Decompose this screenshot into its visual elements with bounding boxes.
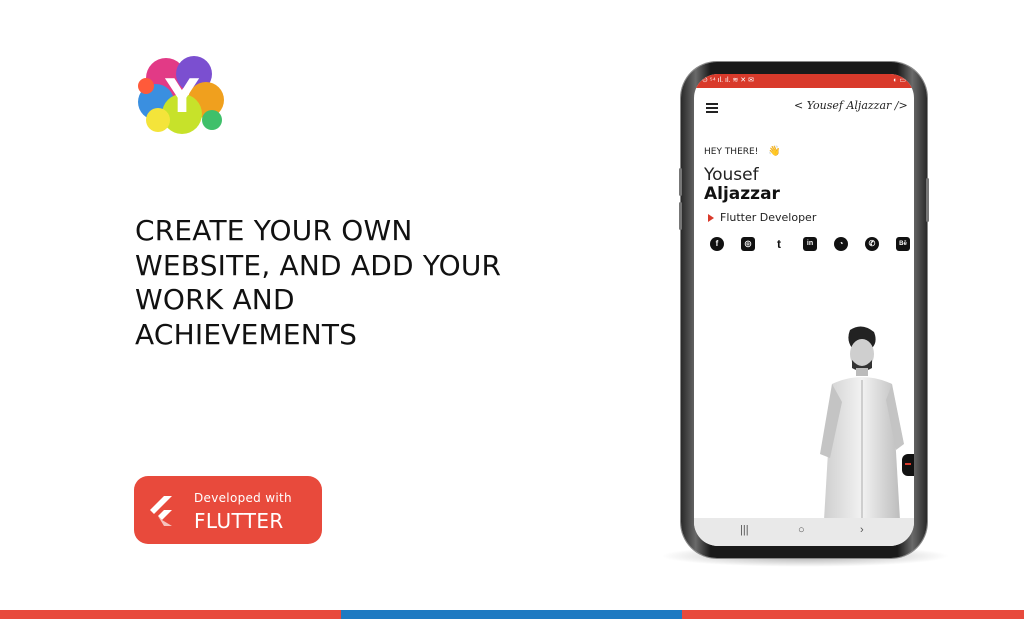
recent-apps-button[interactable]: |||	[740, 524, 749, 536]
badge-big-text: FLUTTER	[194, 509, 284, 533]
logo-letter: Y	[164, 69, 199, 123]
floating-side-button[interactable]	[902, 454, 914, 476]
phone-screen: ⊙ ⁵⁴ ıl. ıl. ≋ ✕ ✉ ◐ ▭ < Yousef Aljazzar…	[694, 74, 914, 546]
greeting-text: HEY THERE!	[704, 147, 759, 157]
first-name: Yousef	[704, 165, 759, 185]
bottom-stripe-red	[682, 610, 1024, 619]
play-arrow-icon	[708, 214, 714, 222]
linkedin-icon[interactable]: in	[803, 237, 817, 251]
social-links: f ◎ t in ◔ ✆ Bē	[710, 237, 910, 253]
home-button[interactable]: ○	[798, 524, 805, 536]
github-icon[interactable]: ◔	[834, 237, 848, 251]
phone-volume-button	[679, 168, 682, 196]
bottom-stripe-blue	[341, 610, 682, 619]
signature-logo: < Yousef Aljazzar />	[794, 99, 908, 112]
hamburger-menu-icon[interactable]	[706, 103, 718, 113]
status-icons-left: ⊙ ⁵⁴ ıl. ıl. ≋ ✕ ✉	[702, 77, 754, 84]
facebook-icon[interactable]: f	[710, 237, 724, 251]
instagram-icon[interactable]: ◎	[741, 237, 755, 251]
android-nav-bar: ||| ○ ›	[694, 518, 914, 546]
twitter-icon[interactable]: t	[772, 237, 786, 251]
phone-side-button	[926, 178, 929, 222]
headline-line: WEBSITE, AND ADD YOUR	[135, 248, 502, 282]
wave-hand-icon: 👋	[768, 146, 781, 157]
brand-logo: Y	[136, 56, 228, 136]
developer-photo	[820, 326, 904, 520]
headline: CREATE YOUR OWN WEBSITE, AND ADD YOUR WO…	[135, 214, 535, 352]
last-name: Aljazzar	[704, 184, 780, 204]
behance-icon[interactable]: Bē	[896, 237, 910, 251]
headline-line: WORK AND	[135, 283, 295, 316]
headline-line: CREATE YOUR OWN	[135, 214, 413, 247]
back-button[interactable]: ›	[860, 524, 864, 536]
status-bar: ⊙ ⁵⁴ ıl. ıl. ≋ ✕ ✉ ◐ ▭	[694, 74, 914, 88]
app-bar: < Yousef Aljazzar />	[694, 88, 914, 122]
role-text: Flutter Developer	[720, 211, 817, 224]
badge-small-text: Developed with	[194, 491, 292, 505]
status-icons-right: ◐ ▭	[893, 77, 906, 84]
phone-volume-button	[679, 202, 682, 230]
headline-line: ACHIEVEMENTS	[135, 317, 358, 351]
developed-with-flutter-badge[interactable]: Developed with FLUTTER	[134, 476, 322, 544]
flutter-logo-icon	[150, 496, 172, 526]
bottom-stripe-red	[0, 610, 341, 619]
whatsapp-icon[interactable]: ✆	[865, 237, 879, 251]
